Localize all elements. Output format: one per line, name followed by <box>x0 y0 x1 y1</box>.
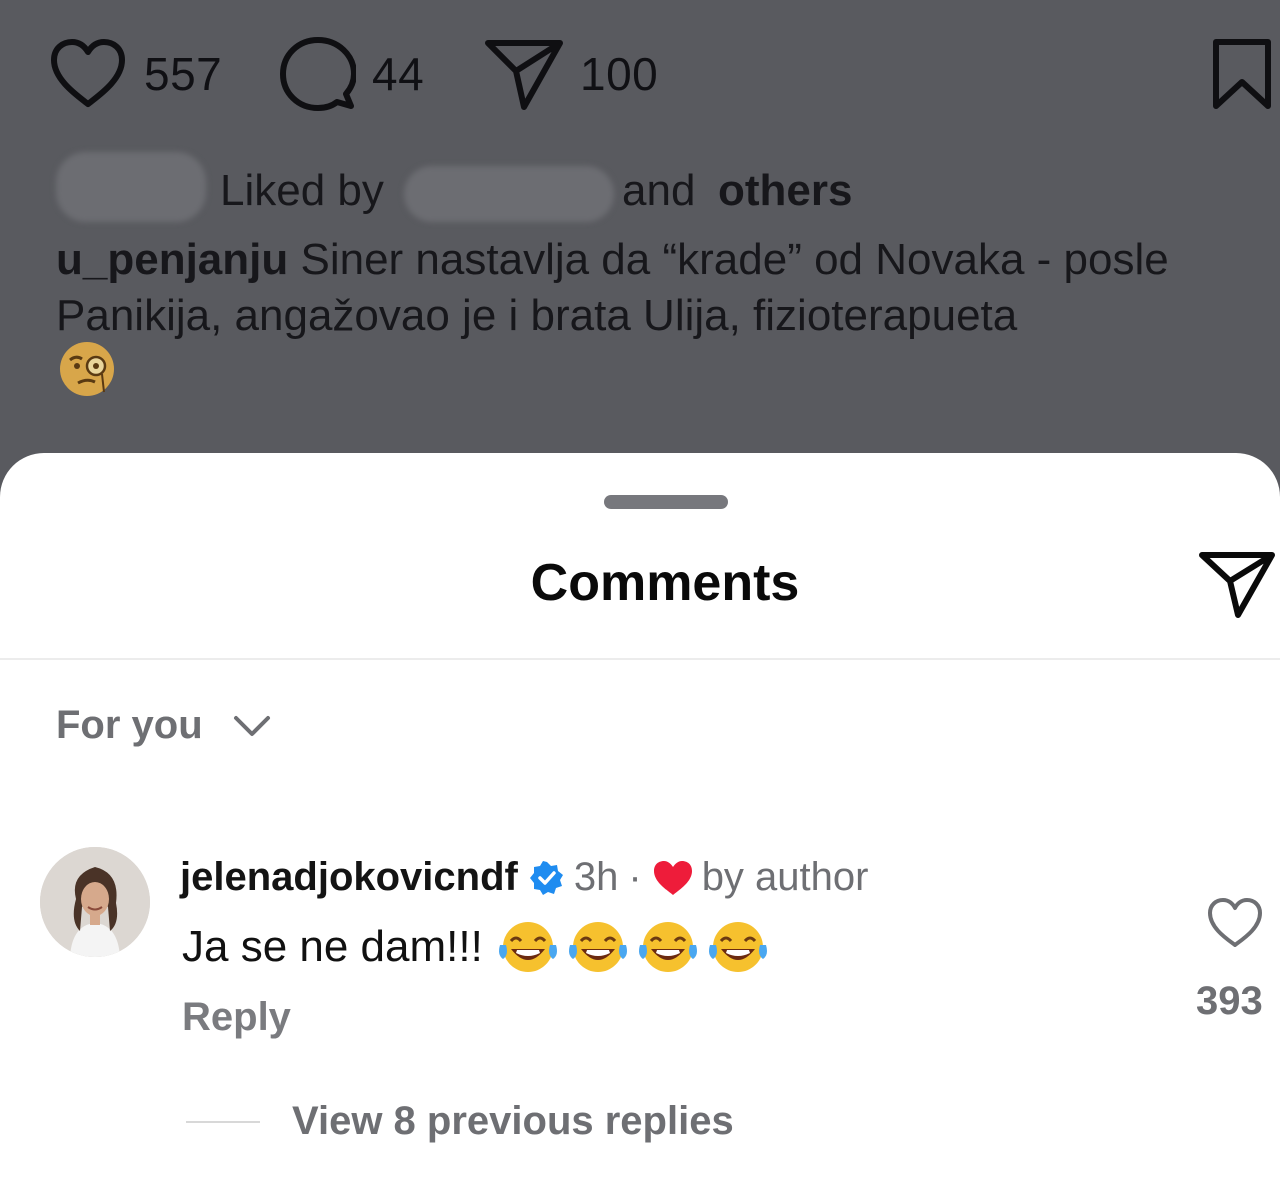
comment-bubble-icon <box>280 37 356 111</box>
reply-button[interactable]: Reply <box>182 995 291 1040</box>
separator-dot: · <box>628 855 642 899</box>
blurred-username <box>404 166 614 222</box>
liked-by-author-label: by author <box>701 855 869 899</box>
like-count: 557 <box>144 48 223 100</box>
post-area: 557 44 100 Liked by and others u_penjanj… <box>0 0 1280 520</box>
drag-handle[interactable] <box>604 495 728 509</box>
comment-like-count: 393 <box>1196 979 1263 1023</box>
comment-username[interactable]: jelenadjokovicndf <box>180 855 518 900</box>
comment-header: jelenadjokovicndf 3h · by author <box>180 855 868 900</box>
comment-body: Ja se ne dam!!! <box>182 919 777 975</box>
share-button[interactable]: 100 <box>484 34 658 114</box>
heart-icon[interactable] <box>1206 897 1264 949</box>
liked-by-label: Liked by <box>220 166 384 215</box>
comment-timestamp: 3h <box>573 855 619 899</box>
face-with-tears-of-joy-emoji <box>568 922 627 972</box>
emoji-group <box>497 919 777 975</box>
verified-badge-icon <box>529 860 563 895</box>
face-with-tears-of-joy-emoji <box>638 922 697 972</box>
sort-dropdown[interactable]: For you <box>56 703 271 748</box>
caption-username[interactable]: u_penjanju <box>56 235 288 284</box>
comment-item: jelenadjokovicndf 3h · by author Ja se n… <box>0 843 1280 1043</box>
replies-divider-line <box>186 1121 260 1123</box>
like-button[interactable]: 557 <box>48 34 222 114</box>
others-link[interactable]: others <box>718 166 852 216</box>
liked-by-line: Liked by and others <box>0 152 1280 222</box>
and-label: and <box>622 166 696 215</box>
chevron-down-icon <box>233 715 270 736</box>
post-action-row: 557 44 100 <box>0 34 1280 114</box>
share-count: 100 <box>580 48 659 100</box>
face-with-tears-of-joy-emoji <box>708 922 767 972</box>
comments-title: Comments <box>530 554 800 612</box>
sort-label: For you <box>56 703 203 747</box>
comments-sheet: Comments For you jelenadjokovicndf 3h · … <box>0 453 1280 1189</box>
face-with-monocle-emoji <box>60 342 114 396</box>
comment-count: 44 <box>372 48 425 100</box>
post-caption: u_penjanju Siner nastavlja da “krade” od… <box>56 232 1266 344</box>
blurred-avatars <box>56 152 206 222</box>
heart-filled-icon <box>653 860 692 895</box>
comment-text: Ja se ne dam!!! <box>182 922 483 971</box>
bookmark-icon[interactable] <box>1210 38 1274 110</box>
view-replies-button[interactable]: View 8 previous replies <box>292 1099 734 1144</box>
comment-button[interactable]: 44 <box>280 34 424 114</box>
avatar[interactable] <box>40 847 150 957</box>
face-with-tears-of-joy-emoji <box>498 922 557 972</box>
paper-plane-icon <box>485 40 563 110</box>
sheet-divider <box>0 658 1280 660</box>
paper-plane-icon[interactable] <box>1198 549 1276 619</box>
heart-icon <box>51 39 125 107</box>
